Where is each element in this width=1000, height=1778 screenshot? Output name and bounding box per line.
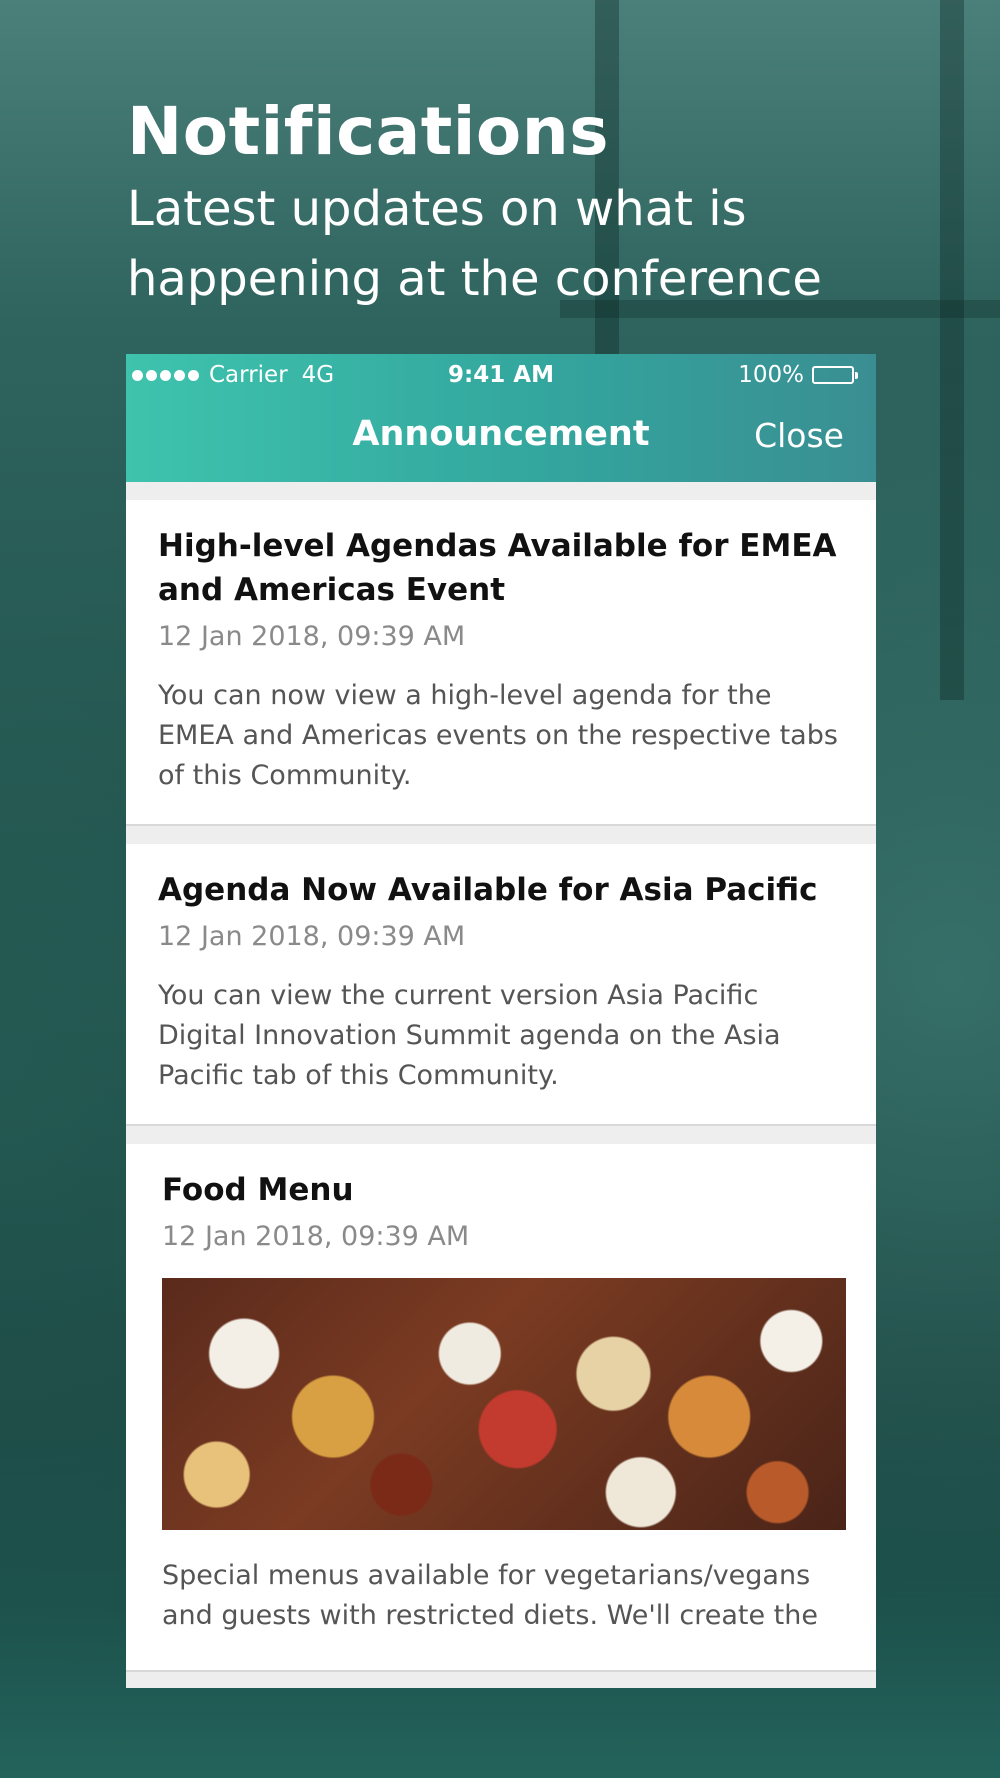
- status-bar: Carrier 4G 9:41 AM 100%: [126, 354, 876, 398]
- battery-icon: [812, 366, 858, 384]
- announcement-card[interactable]: Food Menu 12 Jan 2018, 09:39 AM Special …: [126, 1144, 876, 1672]
- announcement-body: You can view the current version Asia Pa…: [158, 980, 781, 1091]
- announcement-title: Agenda Now Available for Asia Pacific: [158, 872, 818, 908]
- announcement-date: 12 Jan 2018, 09:39 AM: [158, 921, 466, 952]
- announcement-title: High-level Agendas Available for EMEA an…: [158, 528, 837, 608]
- hero-subtitle-line: Latest updates on what is: [127, 181, 747, 237]
- announcement-date: 12 Jan 2018, 09:39 AM: [158, 621, 466, 652]
- announcement-card[interactable]: Agenda Now Available for Asia Pacific 12…: [126, 844, 876, 1126]
- announcement-body: You can now view a high-level agenda for…: [158, 680, 838, 791]
- hero-subtitle-line: happening at the conference: [127, 251, 822, 307]
- hero-section: Notifications Latest updates on what is …: [127, 92, 987, 314]
- nav-bar: Carrier 4G 9:41 AM 100% Announcement Clo…: [126, 354, 876, 482]
- phone-screen: Carrier 4G 9:41 AM 100% Announcement Clo…: [126, 354, 876, 1688]
- hero-title: Notifications: [127, 93, 610, 170]
- announcement-date: 12 Jan 2018, 09:39 AM: [162, 1221, 470, 1252]
- announcement-body: Special menus available for vegetarians/…: [162, 1560, 818, 1631]
- announcement-list: High-level Agendas Available for EMEA an…: [126, 482, 876, 1672]
- food-photo: [162, 1278, 846, 1530]
- battery-percent: 100%: [738, 362, 804, 388]
- status-right: 100%: [738, 362, 858, 388]
- announcement-card[interactable]: High-level Agendas Available for EMEA an…: [126, 500, 876, 826]
- announcement-title: Food Menu: [162, 1172, 354, 1208]
- hero-subtitle: Latest updates on what is happening at t…: [127, 174, 987, 314]
- close-button[interactable]: Close: [754, 416, 844, 455]
